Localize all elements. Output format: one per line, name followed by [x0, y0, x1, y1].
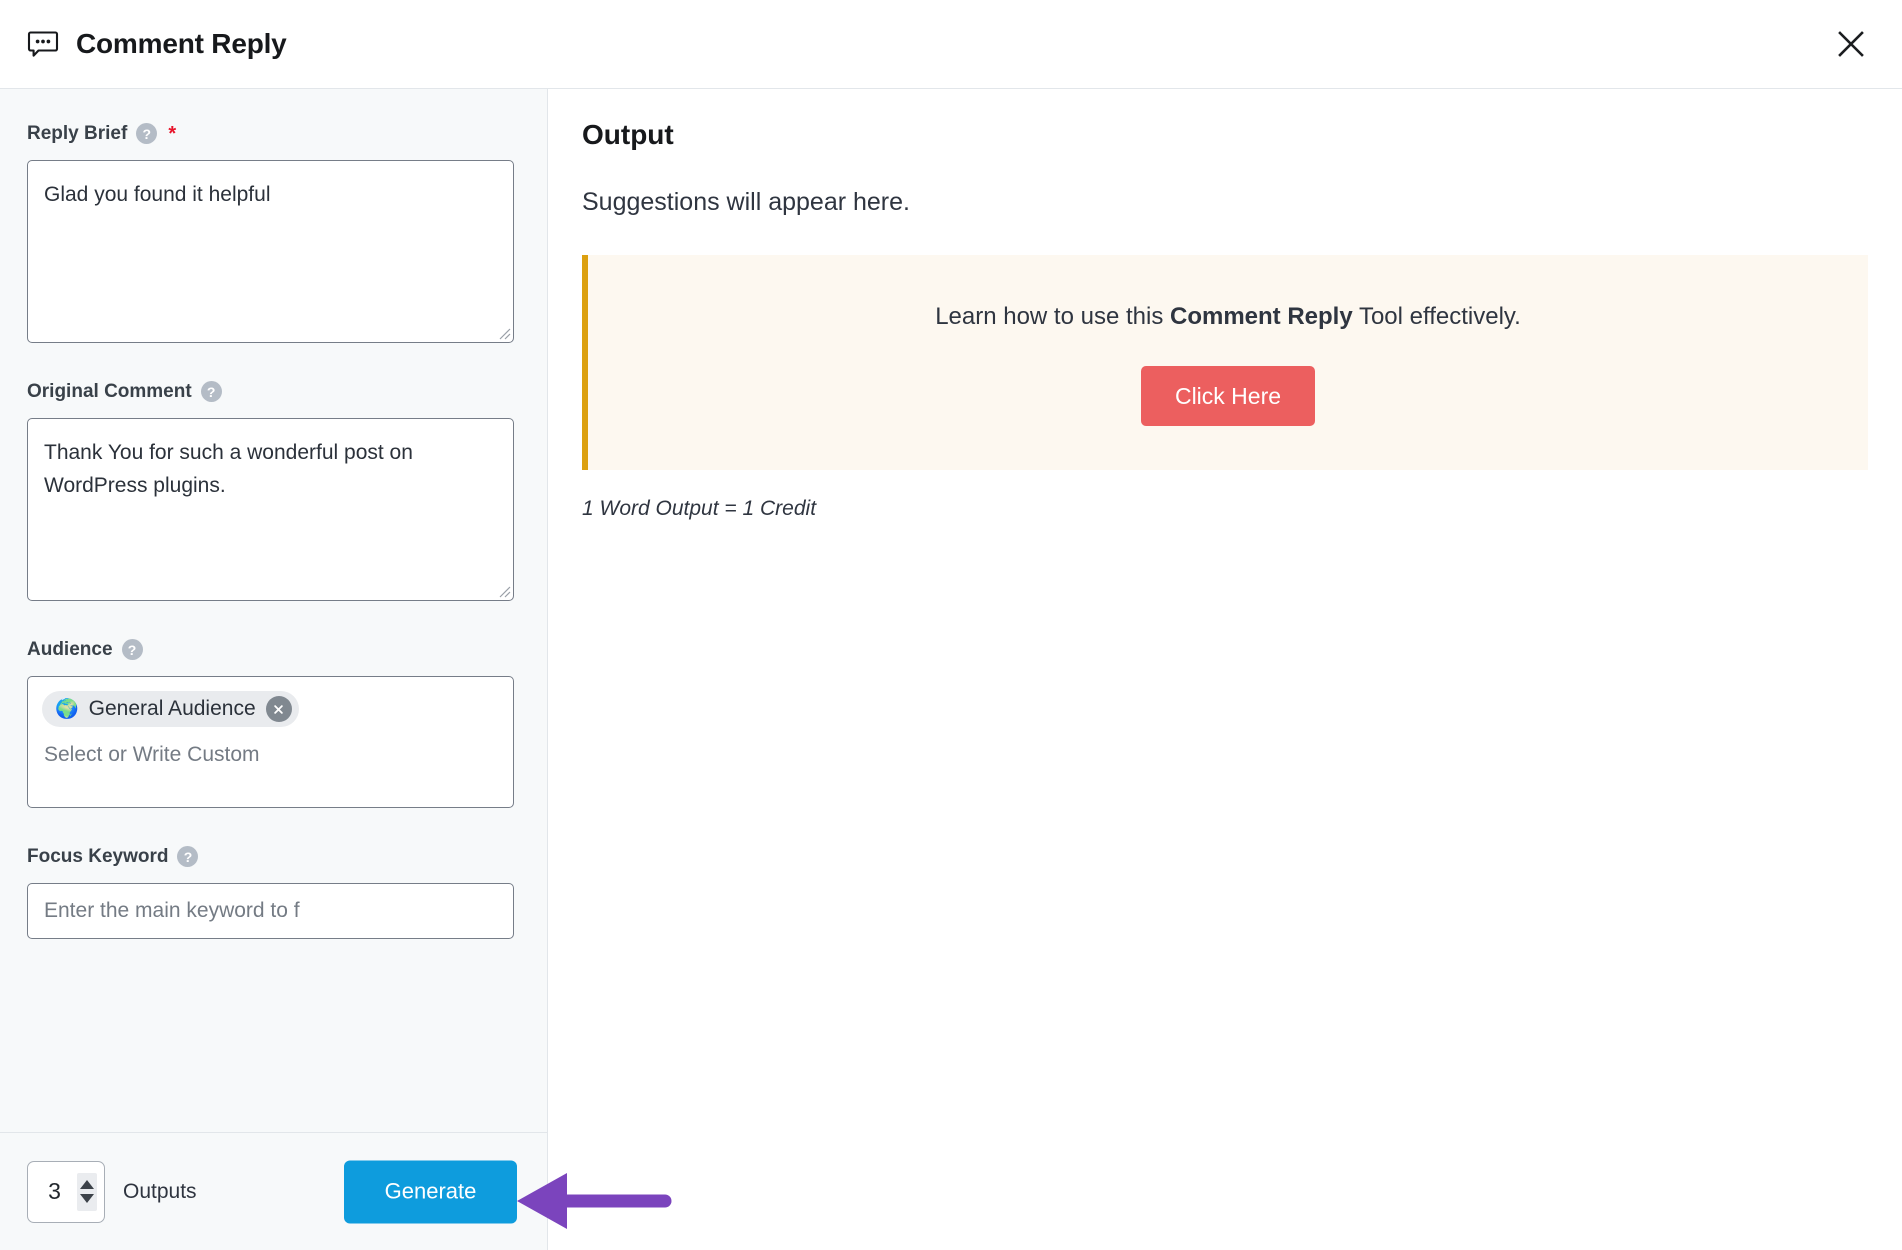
help-icon[interactable]: ? [136, 123, 158, 144]
field-focus-keyword: Focus Keyword ? [27, 846, 514, 939]
field-original-comment: Original Comment ? [27, 381, 514, 601]
form-panel: Reply Brief ? * Original Comment [0, 89, 548, 1250]
comment-reply-modal: Comment Reply Reply Brief ? * Glad you f… [0, 0, 1902, 1250]
help-icon[interactable]: ? [121, 639, 143, 660]
field-label-audience: Audience ? [27, 639, 513, 660]
close-icon[interactable] [1828, 21, 1874, 67]
modal-header: Comment Reply [0, 0, 1902, 89]
click-here-button[interactable]: Click Here [1140, 366, 1316, 427]
field-label-text: Original Comment [27, 381, 192, 402]
field-reply-brief: Reply Brief ? * [27, 123, 514, 343]
audience-chip-label: General Audience [88, 697, 256, 721]
close-icon[interactable] [265, 696, 292, 722]
field-label-original-comment: Original Comment ? [27, 381, 513, 402]
outputs-stepper[interactable]: 3 [27, 1160, 105, 1223]
audience-input[interactable] [42, 741, 499, 773]
notice-tool-name: Comment Reply [1170, 303, 1353, 330]
form-scroll-area[interactable]: Reply Brief ? * Original Comment [0, 89, 547, 1132]
reply-brief-input[interactable] [27, 160, 514, 343]
help-icon[interactable]: ? [200, 381, 222, 402]
field-label-text: Focus Keyword [27, 846, 169, 867]
tool-help-notice: Learn how to use this Comment Reply Tool… [582, 255, 1868, 471]
field-label-reply-brief: Reply Brief ? * [27, 123, 513, 144]
header-title-group: Comment Reply [26, 27, 287, 61]
original-comment-input[interactable] [27, 418, 514, 601]
credit-note: 1 Word Output = 1 Credit [582, 497, 817, 521]
focus-keyword-input[interactable] [27, 883, 514, 939]
field-label-focus-keyword: Focus Keyword ? [27, 846, 513, 867]
notice-text: Learn how to use this Comment Reply Tool… [616, 301, 1840, 332]
outputs-label: Outputs [123, 1180, 197, 1203]
reply-brief-textarea-wrap [27, 160, 514, 343]
output-panel: Output Suggestions will appear here. Lea… [548, 89, 1902, 1250]
required-marker: * [168, 122, 177, 145]
field-audience: Audience ? 🌍 General Audience [27, 639, 514, 808]
field-label-text: Reply Brief [27, 123, 128, 144]
notice-text-before: Learn how to use this [935, 303, 1170, 330]
notice-text-after: Tool effectively. [1352, 303, 1521, 330]
globe-icon: 🌍 [55, 698, 79, 720]
comment-bubble-icon [26, 27, 60, 61]
chevron-up-icon[interactable] [80, 1180, 94, 1189]
generate-button[interactable]: Generate [344, 1160, 517, 1223]
modal-body: Reply Brief ? * Original Comment [0, 89, 1902, 1250]
audience-chip[interactable]: 🌍 General Audience [42, 691, 299, 727]
chevron-down-icon[interactable] [80, 1194, 94, 1203]
original-comment-textarea-wrap [27, 418, 514, 601]
help-icon[interactable]: ? [177, 846, 199, 867]
page-title: Comment Reply [76, 28, 287, 59]
outputs-count-value: 3 [48, 1178, 61, 1204]
stepper-arrows[interactable] [77, 1172, 97, 1211]
output-placeholder-text: Suggestions will appear here. [582, 188, 910, 216]
form-footer: 3 Outputs Generate [0, 1132, 547, 1250]
output-title: Output [582, 119, 674, 150]
field-label-text: Audience [27, 639, 113, 660]
audience-tag-box[interactable]: 🌍 General Audience [27, 676, 514, 808]
